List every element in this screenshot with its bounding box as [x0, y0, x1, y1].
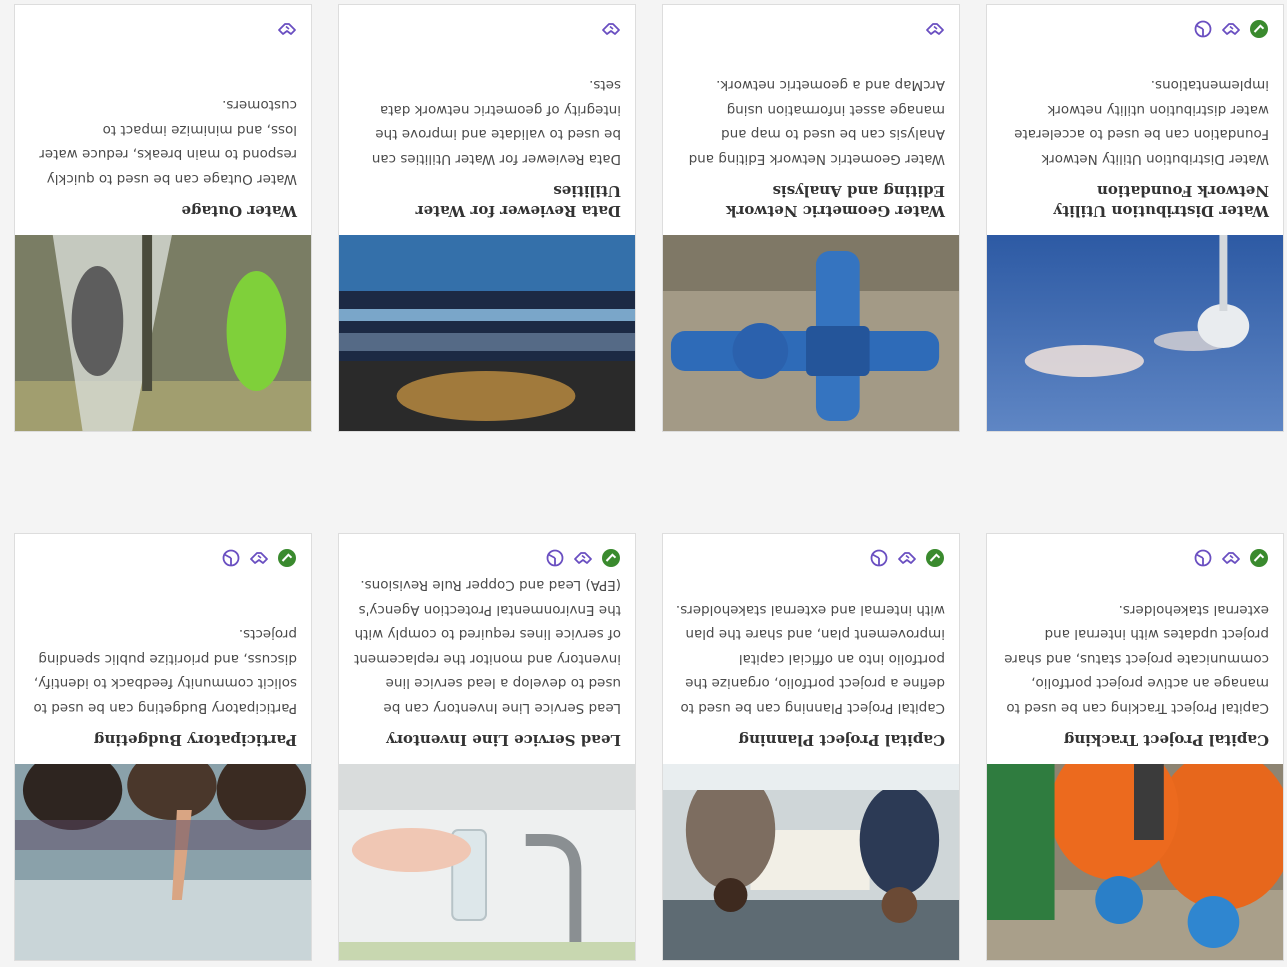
pie-chart-icon — [1193, 548, 1213, 568]
solution-card-water-outage[interactable]: Water Outage Water Outage can be used to… — [14, 4, 312, 432]
card-image-construction-workers — [987, 764, 1283, 960]
handshake-icon — [601, 19, 621, 39]
pie-chart-icon — [1193, 19, 1213, 39]
check-circle-icon — [277, 548, 297, 568]
card-image-industrial-facility-night — [339, 235, 635, 431]
solution-card-water-distribution-utility-network-foundation[interactable]: Water Distribution Utility Network Found… — [986, 4, 1284, 432]
card-description: Water Distribution Utility Network Found… — [1014, 77, 1269, 168]
check-circle-icon — [601, 548, 621, 568]
handshake-icon — [1221, 19, 1241, 39]
card-description: Capital Project Tracking can be used to … — [1004, 602, 1269, 716]
card-description: Participatory Budgeting can be used to s… — [33, 626, 297, 717]
solutions-gallery: Capital Project Tracking Capital Project… — [0, 0, 1287, 967]
card-description: Water Outage can be used to quickly resp… — [39, 97, 297, 188]
card-image-community-hands-raised — [15, 764, 311, 960]
handshake-icon — [897, 548, 917, 568]
card-title: Capital Project Planning — [738, 731, 945, 749]
card-image-planning-meeting — [663, 764, 959, 960]
solution-card-data-reviewer-for-water-utilities[interactable]: Data Reviewer for Water Utilities Data R… — [338, 4, 636, 432]
card-description: Water Geometric Network Editing and Anal… — [688, 77, 945, 168]
check-circle-icon — [925, 548, 945, 568]
card-image-water-tower-sky — [987, 235, 1283, 431]
solution-card-capital-project-planning[interactable]: Capital Project Planning Capital Project… — [662, 533, 960, 961]
handshake-icon — [277, 19, 297, 39]
handshake-icon — [925, 19, 945, 39]
solution-card-capital-project-tracking[interactable]: Capital Project Tracking Capital Project… — [986, 533, 1284, 961]
check-circle-icon — [1249, 548, 1269, 568]
card-title: Capital Project Tracking — [1063, 731, 1269, 749]
pie-chart-icon — [221, 548, 241, 568]
card-image-water-main-break — [15, 235, 311, 431]
solution-card-lead-service-line-inventory[interactable]: Lead Service Line Inventory Lead Service… — [338, 533, 636, 961]
card-description: Data Reviewer for Water Utilities can be… — [371, 77, 621, 168]
card-description: Capital Project Planning can be used to … — [675, 602, 945, 716]
card-title: Water Geometric Network Editing and Anal… — [726, 182, 945, 220]
card-title: Data Reviewer for Water Utilities — [415, 182, 621, 220]
card-title: Participatory Budgeting — [93, 731, 297, 749]
pie-chart-icon — [869, 548, 889, 568]
pie-chart-icon — [545, 548, 565, 568]
solution-card-water-geometric-network-editing-and-analysis[interactable]: Water Geometric Network Editing and Anal… — [662, 4, 960, 432]
card-title: Water Outage — [181, 202, 297, 220]
card-image-water-glass-faucet — [339, 764, 635, 960]
card-title: Lead Service Line Inventory — [386, 731, 621, 749]
solution-card-participatory-budgeting[interactable]: Participatory Budgeting Participatory Bu… — [14, 533, 312, 961]
handshake-icon — [249, 548, 269, 568]
handshake-icon — [1221, 548, 1241, 568]
card-title: Water Distribution Utility Network Found… — [1053, 182, 1269, 220]
check-circle-icon — [1249, 19, 1269, 39]
card-description: Lead Service Line Inventory can be used … — [354, 577, 621, 717]
card-image-blue-pipes-valves — [663, 235, 959, 431]
handshake-icon — [573, 548, 593, 568]
